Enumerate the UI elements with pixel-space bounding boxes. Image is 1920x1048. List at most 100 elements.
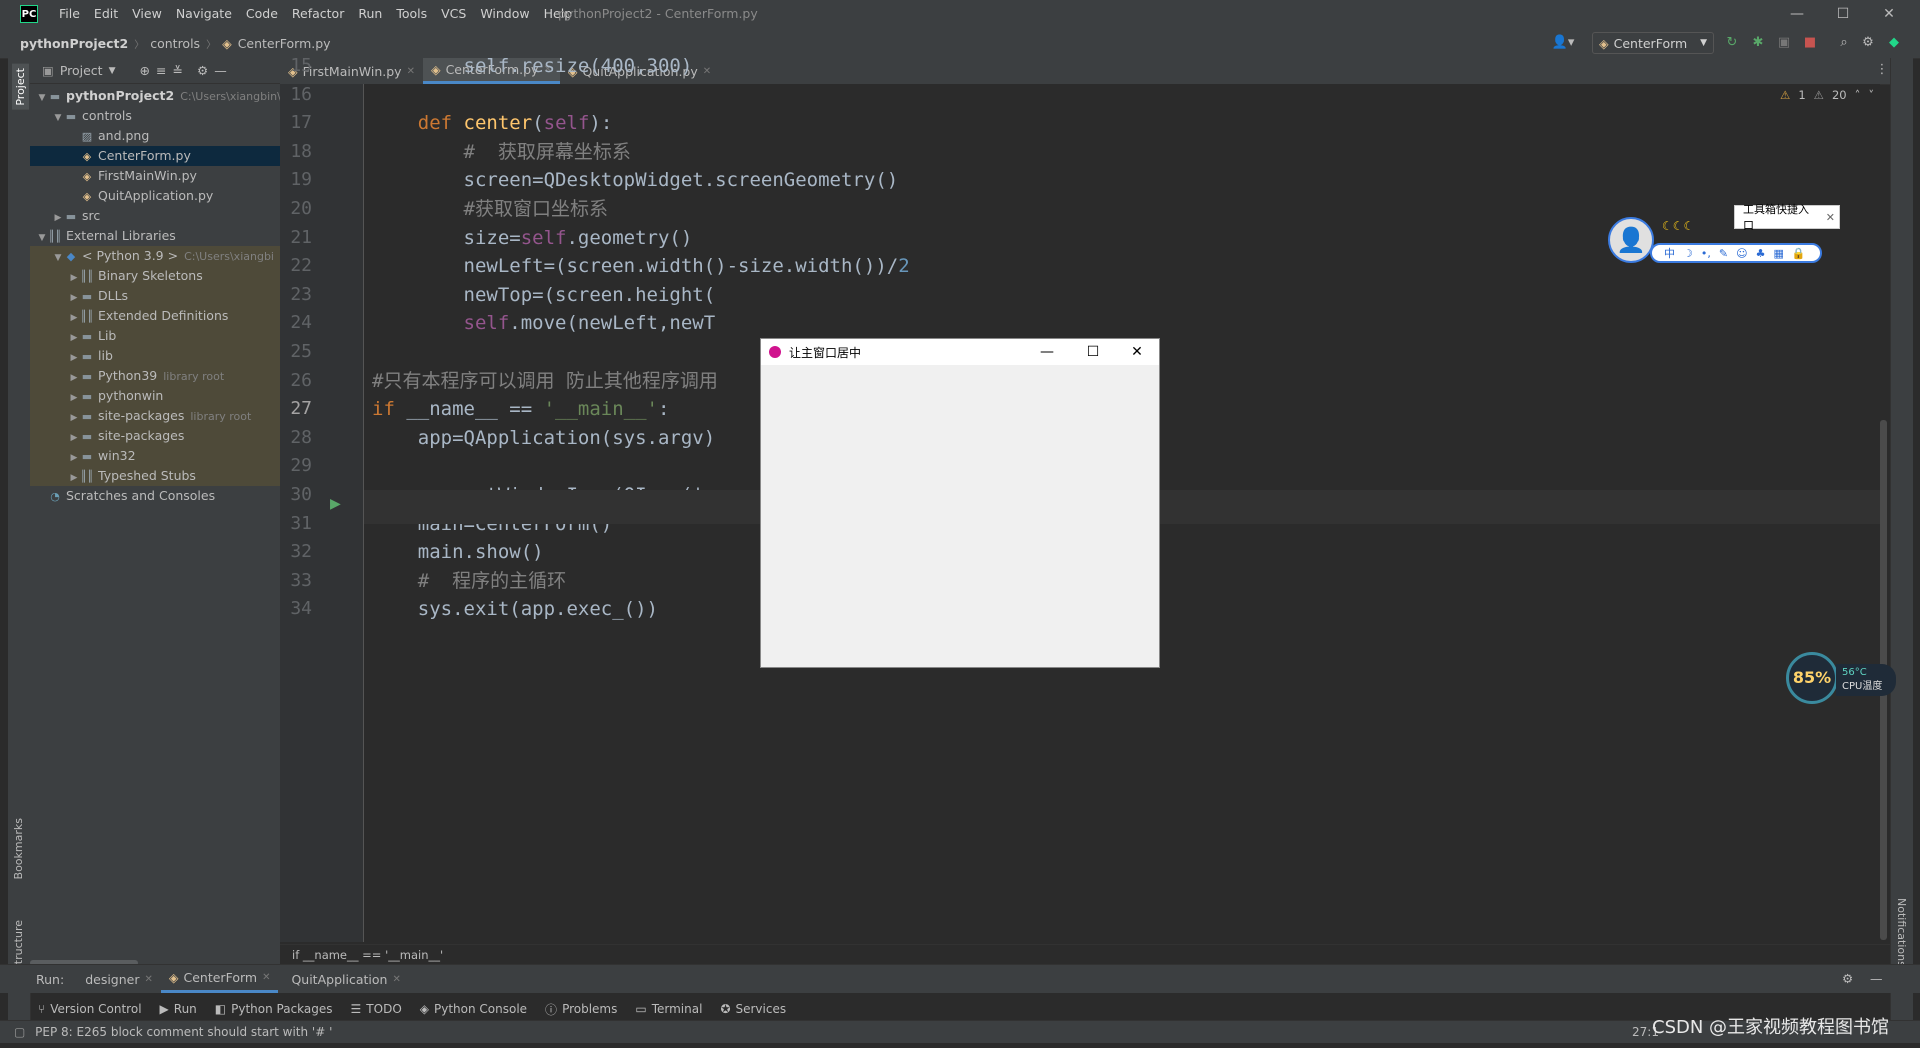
tree-item[interactable]: ▶ ║║ Extended Definitions: [30, 306, 280, 326]
tree-item[interactable]: ▶ ▬ Lib: [30, 326, 280, 346]
wrench-icon[interactable]: ✎: [1719, 247, 1728, 260]
gear-icon[interactable]: ⚙: [197, 63, 208, 78]
debug-icon[interactable]: ✱: [1748, 33, 1768, 53]
collapse-all-icon[interactable]: ≚: [172, 63, 182, 78]
breadcrumb-project[interactable]: pythonProject2: [20, 36, 128, 51]
gear-icon[interactable]: ⚙: [1858, 33, 1878, 53]
run-configuration-select[interactable]: ◈ CenterForm ▼: [1592, 32, 1714, 54]
tree-item[interactable]: ▶ ▬ pythonwin: [30, 386, 280, 406]
tree-item[interactable]: ◈ CenterForm.py: [30, 146, 280, 166]
code-line[interactable]: self.resize(400,300): [372, 52, 693, 80]
code-line[interactable]: # 获取屏幕坐标系: [372, 138, 631, 166]
avatar[interactable]: 👤: [1608, 217, 1654, 263]
code-line[interactable]: screen=QDesktopWidget.screenGeometry(): [372, 166, 899, 194]
code-line[interactable]: app.setWindowIcon(QIcon('.: [372, 481, 715, 509]
user-icon[interactable]: 👤▾: [1548, 33, 1578, 53]
chevron-right-icon[interactable]: ▶: [68, 388, 80, 408]
breadcrumb-folder[interactable]: controls: [150, 36, 200, 51]
menu-navigate[interactable]: Navigate: [169, 0, 239, 28]
code-line[interactable]: #获取窗口坐标系: [372, 195, 608, 223]
tree-item[interactable]: ◔ Scratches and Consoles: [30, 486, 280, 506]
chevron-right-icon[interactable]: ▶: [68, 408, 80, 428]
run-tab[interactable]: QuitApplication ✕: [278, 965, 408, 993]
code-line[interactable]: size=self.geometry(): [372, 224, 693, 252]
rerun-icon[interactable]: ↻: [1722, 33, 1742, 53]
chevron-right-icon[interactable]: ▶: [68, 328, 80, 348]
minimize-button[interactable]: —: [1774, 0, 1820, 28]
close-button[interactable]: ✕: [1866, 0, 1912, 28]
app-maximize-button[interactable]: ☐: [1070, 339, 1116, 365]
app-minimize-button[interactable]: —: [1024, 339, 1070, 365]
breadcrumb-file[interactable]: CenterForm.py: [238, 36, 331, 51]
chevron-down-icon[interactable]: ▼: [36, 228, 48, 248]
chevron-right-icon[interactable]: ▶: [52, 208, 64, 228]
tree-item[interactable]: ▶ ▬ src: [30, 206, 280, 226]
close-icon[interactable]: ✕: [392, 974, 400, 985]
tree-item[interactable]: ▼ ◆ < Python 3.9 > C:\Users\xiangbi: [30, 246, 280, 266]
tool-window-run[interactable]: ▶ Run: [151, 995, 205, 1023]
project-panel-title[interactable]: Project: [60, 63, 103, 78]
code-line[interactable]: sys.exit(app.exec_()): [372, 595, 658, 623]
toolbox-icons[interactable]: 中 ☽ •, ✎ ☺ ♣ ▦ 🔒: [1650, 243, 1822, 263]
chevron-right-icon[interactable]: ▶: [68, 448, 80, 468]
close-icon[interactable]: ✕: [144, 974, 152, 985]
chevron-down-icon[interactable]: ▼: [52, 248, 64, 268]
app-window[interactable]: 让主窗口居中 — ☐ ✕: [760, 338, 1160, 668]
tree-item[interactable]: ▶ ▬ site-packages: [30, 426, 280, 446]
menu-refactor[interactable]: Refactor: [285, 0, 351, 28]
menu-file[interactable]: File: [52, 0, 87, 28]
close-icon[interactable]: ✕: [703, 66, 711, 77]
menu-edit[interactable]: Edit: [87, 0, 125, 28]
tool-window-version-control[interactable]: ⑂ Version Control: [30, 995, 150, 1023]
status-message[interactable]: PEP 8: E265 block comment should start w…: [29, 1025, 332, 1039]
chevron-right-icon[interactable]: ▶: [68, 268, 80, 288]
chevron-right-icon[interactable]: ▶: [68, 428, 80, 448]
tree-item[interactable]: ▶ ▬ lib: [30, 346, 280, 366]
tree-item[interactable]: ▶ ▬ win32: [30, 446, 280, 466]
run-tab[interactable]: ◈ CenterForm ✕: [160, 965, 279, 993]
locate-icon[interactable]: ⊕: [140, 63, 150, 78]
tree-item[interactable]: ▼ ▬ controls: [30, 106, 280, 126]
expand-all-icon[interactable]: ≡: [156, 63, 166, 78]
lock-icon[interactable]: 🔒: [1792, 247, 1806, 260]
menu-code[interactable]: Code: [239, 0, 285, 28]
stop-icon[interactable]: ■: [1800, 33, 1820, 53]
code-line[interactable]: app=QApplication(sys.argv): [372, 424, 715, 452]
app-close-button[interactable]: ✕: [1114, 339, 1160, 365]
jetbrains-icon[interactable]: ◆: [1884, 33, 1904, 53]
tree-item[interactable]: ▶ ║║ Typeshed Stubs: [30, 466, 280, 486]
close-icon[interactable]: ✕: [1826, 211, 1835, 224]
tree-item[interactable]: ▨ and.png: [30, 126, 280, 146]
moon-icon[interactable]: ☽: [1683, 247, 1693, 260]
menu-run[interactable]: Run: [351, 0, 389, 28]
tree-item[interactable]: ▶ ▬ site-packages library root: [30, 406, 280, 426]
notifications-stripe-button[interactable]: Notifications: [1895, 898, 1908, 967]
tree-item[interactable]: ▼ ║║ External Libraries: [30, 226, 280, 246]
grid-icon[interactable]: ▦: [1773, 247, 1783, 260]
chevron-down-icon[interactable]: ▼: [52, 108, 64, 128]
hide-panel-icon[interactable]: —: [1870, 971, 1883, 986]
code-line[interactable]: main=CenterForm(): [372, 510, 612, 538]
more-icon[interactable]: ⋮: [1872, 60, 1892, 80]
tool-window-python-console[interactable]: ◈ Python Console: [412, 995, 535, 1023]
maximize-button[interactable]: ☐: [1820, 0, 1866, 28]
tool-window-python-packages[interactable]: ◧ Python Packages: [207, 995, 341, 1023]
tool-window-todo[interactable]: ☰ TODO: [343, 995, 410, 1023]
code-line[interactable]: if __name__ == '__main__':: [372, 395, 669, 423]
chevron-right-icon[interactable]: ▶: [68, 288, 80, 308]
tree-item[interactable]: ▼ ▬ pythonProject2 C:\Users\xiangbin\: [30, 86, 281, 108]
chevron-right-icon[interactable]: ▶: [68, 368, 80, 388]
menu-window[interactable]: Window: [473, 0, 536, 28]
chevron-right-icon[interactable]: ▶: [68, 308, 80, 328]
run-tab[interactable]: designer ✕: [72, 965, 161, 993]
tool-window-terminal[interactable]: ▭ Terminal: [627, 995, 710, 1023]
code-line[interactable]: newTop=(screen.height(: [372, 281, 716, 309]
code-line[interactable]: # 程序的主循环: [372, 567, 566, 595]
code-line[interactable]: main.show(): [372, 538, 544, 566]
tree-item[interactable]: ▶ ▬ DLLs: [30, 286, 280, 306]
chinese-input-icon[interactable]: 中: [1664, 245, 1675, 261]
menu-view[interactable]: View: [125, 0, 169, 28]
tree-item[interactable]: ◈ FirstMainWin.py: [30, 166, 280, 186]
chevron-down-icon[interactable]: ▼: [109, 66, 116, 76]
chevron-down-icon[interactable]: ▼: [36, 88, 48, 108]
